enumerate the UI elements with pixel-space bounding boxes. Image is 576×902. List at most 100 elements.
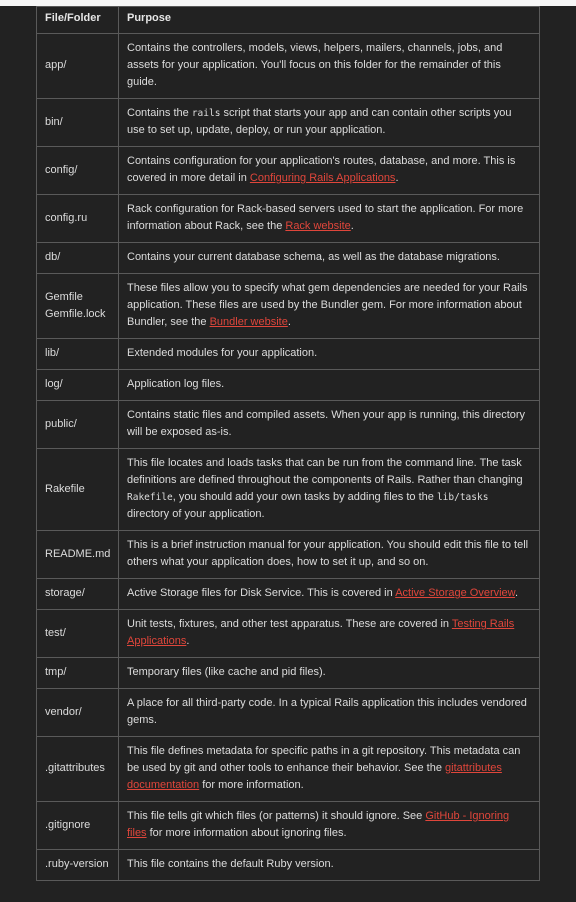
table-row: config.ru Rack configuration for Rack-bas… xyxy=(36,194,540,243)
table-row: storage/Active Storage files for Disk Se… xyxy=(36,578,540,610)
purpose-text: for more information about ignoring file… xyxy=(146,827,347,839)
table-row: public/Contains static files and compile… xyxy=(36,400,540,449)
purpose-cell: Application log files. xyxy=(118,369,540,401)
purpose-text: Extended modules for your application. xyxy=(127,347,318,359)
file-folder-cell: bin/ xyxy=(36,98,119,147)
table-row: app/Contains the controllers, models, vi… xyxy=(36,33,540,99)
purpose-text: Contains static files and compiled asset… xyxy=(127,409,526,438)
purpose-text: This file locates and loads tasks that c… xyxy=(127,457,523,486)
file-name: Rakefile xyxy=(45,482,85,495)
file-name: README.md xyxy=(45,547,111,560)
table-body: app/Contains the controllers, models, vi… xyxy=(36,33,540,881)
file-folder-cell: test/ xyxy=(36,609,119,658)
purpose-cell: This file defines metadata for specific … xyxy=(118,736,540,802)
table-row: test/Unit tests, fixtures, and other tes… xyxy=(36,609,540,658)
purpose-cell: Active Storage files for Disk Service. T… xyxy=(118,578,540,610)
inline-code: Rakefile xyxy=(127,492,173,503)
reference-link[interactable]: Rack website xyxy=(285,220,350,232)
file-name: db/ xyxy=(45,251,61,263)
file-name: lib/ xyxy=(45,347,60,359)
file-name: log/ xyxy=(45,378,63,390)
purpose-cell: This file contains the default Ruby vers… xyxy=(118,849,540,881)
table-row: log/Application log files. xyxy=(36,369,540,401)
purpose-cell: Contains the controllers, models, views,… xyxy=(118,33,540,99)
file-folder-cell: tmp/ xyxy=(36,657,119,689)
file-folder-cell: config.ru xyxy=(36,194,119,243)
file-name: .gitignore xyxy=(45,818,91,831)
file-name: storage/ xyxy=(45,587,85,599)
file-name: app/ xyxy=(45,59,67,71)
purpose-cell: Temporary files (like cache and pid file… xyxy=(118,657,540,689)
purpose-text: . xyxy=(395,172,399,184)
purpose-cell: Contains your current database schema, a… xyxy=(118,242,540,274)
purpose-text: . xyxy=(287,316,291,328)
table-row: vendor/A place for all third-party code.… xyxy=(36,688,540,737)
table-row: Gemfile Gemfile.lock These files allow you… xyxy=(36,273,540,339)
file-name: .gitattributes xyxy=(45,762,105,774)
purpose-text: Active Storage files for Disk Service. T… xyxy=(127,587,396,599)
purpose-cell: Extended modules for your application. xyxy=(118,338,540,370)
file-folder-cell: public/ xyxy=(36,400,119,449)
file-name: vendor/ xyxy=(45,705,82,718)
table-row: lib/Extended modules for your applicatio… xyxy=(36,338,540,370)
file-name: Gemfile.lock xyxy=(45,307,106,320)
file-name: config.ru xyxy=(45,211,88,224)
table-row: tmp/Temporary files (like cache and pid … xyxy=(36,657,540,689)
table-header-row: File/Folder Purpose xyxy=(36,6,540,34)
purpose-cell: This is a brief instruction manual for y… xyxy=(118,530,540,579)
file-folder-cell: app/ xyxy=(36,33,119,99)
file-name: .ruby-version xyxy=(45,858,109,870)
purpose-cell: A place for all third-party code. In a t… xyxy=(118,688,540,737)
file-folder-cell: .gitignore xyxy=(36,801,119,850)
purpose-text: These files allow you to specify what ge… xyxy=(127,282,528,328)
file-folder-cell: Gemfile Gemfile.lock xyxy=(36,273,119,339)
header-purpose: Purpose xyxy=(118,6,540,34)
purpose-text: . xyxy=(515,587,519,599)
purpose-cell: Unit tests, fixtures, and other test app… xyxy=(118,609,540,658)
purpose-text: This is a brief instruction manual for y… xyxy=(127,539,529,568)
reference-link[interactable]: Active Storage Overview xyxy=(395,587,515,599)
file-name: tmp/ xyxy=(45,666,67,678)
purpose-text: Contains the controllers, models, views,… xyxy=(127,42,503,88)
purpose-text: . xyxy=(350,220,354,232)
inline-code: lib/tasks xyxy=(436,492,489,503)
purpose-text: Contains your current database schema, a… xyxy=(127,251,500,263)
directory-structure-table: File/Folder Purpose app/Contains the con… xyxy=(36,6,540,881)
purpose-cell: Contains the rails script that starts yo… xyxy=(118,98,540,147)
purpose-text: directory of your application. xyxy=(127,508,265,520)
reference-link[interactable]: Bundler website xyxy=(210,316,288,328)
table-row: Rakefile This file locates and loads task… xyxy=(36,448,540,531)
reference-link[interactable]: Configuring Rails Applications xyxy=(250,172,396,184)
purpose-text: A place for all third-party code. In a t… xyxy=(127,697,527,726)
purpose-text: Temporary files (like cache and pid file… xyxy=(127,666,326,678)
file-folder-cell: db/ xyxy=(36,242,119,274)
table-row: bin/Contains the rails script that start… xyxy=(36,98,540,147)
file-name: Gemfile xyxy=(45,290,83,303)
purpose-text: Application log files. xyxy=(127,378,225,390)
inline-code: rails xyxy=(191,108,221,119)
table-row: README.md This is a brief instruction man… xyxy=(36,530,540,579)
purpose-text: . xyxy=(186,635,190,647)
file-name: test/ xyxy=(45,626,66,639)
file-name: bin/ xyxy=(45,115,63,128)
purpose-cell: This file locates and loads tasks that c… xyxy=(118,448,540,531)
purpose-text: Unit tests, fixtures, and other test app… xyxy=(127,618,452,630)
table-row: .gitignore This file tells git which file… xyxy=(36,801,540,850)
purpose-cell: Contains static files and compiled asset… xyxy=(118,400,540,449)
purpose-text: , you should add your own tasks by addin… xyxy=(172,491,437,503)
file-folder-cell: log/ xyxy=(36,369,119,401)
file-folder-cell: Rakefile xyxy=(36,448,119,531)
table-row: config/Contains configuration for your a… xyxy=(36,146,540,195)
file-folder-cell: storage/ xyxy=(36,578,119,610)
file-folder-cell: vendor/ xyxy=(36,688,119,737)
purpose-text: for more information. xyxy=(199,779,304,791)
file-folder-cell: README.md xyxy=(36,530,119,579)
file-folder-cell: .gitattributes xyxy=(36,736,119,802)
file-name: config/ xyxy=(45,163,78,176)
table-row: .ruby-version This file contains the defa… xyxy=(36,849,540,881)
file-folder-cell: .ruby-version xyxy=(36,849,119,881)
table-row: db/Contains your current database schema… xyxy=(36,242,540,274)
purpose-cell: Contains configuration for your applicat… xyxy=(118,146,540,195)
purpose-cell: These files allow you to specify what ge… xyxy=(118,273,540,339)
header-file-folder: File/Folder xyxy=(36,6,119,34)
